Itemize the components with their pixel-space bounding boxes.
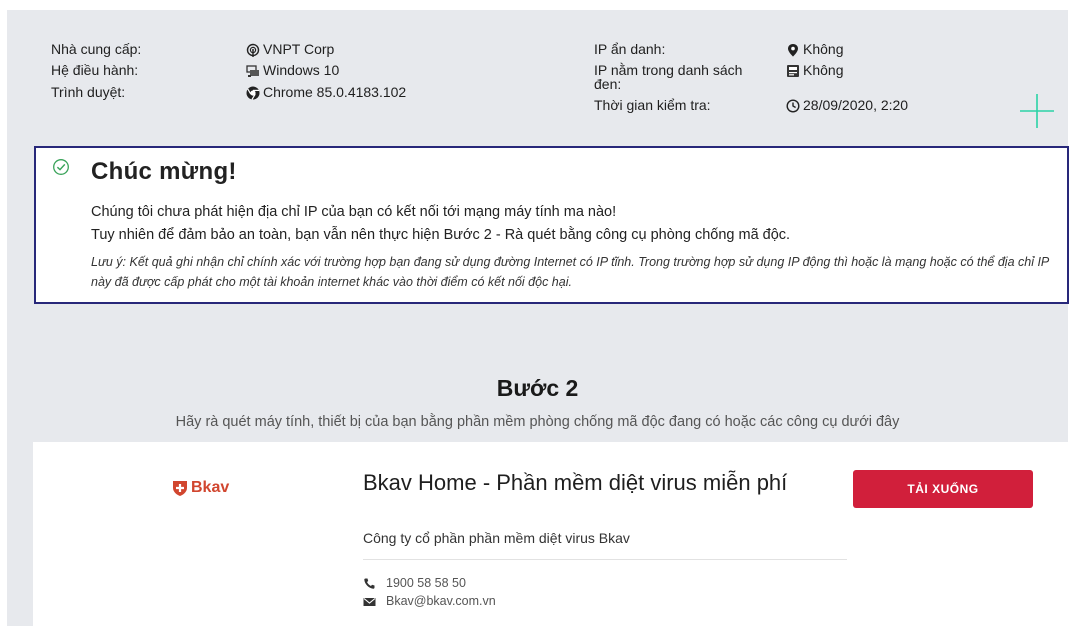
envelope-icon xyxy=(363,597,376,606)
congrats-title: Chúc mừng! xyxy=(91,158,237,185)
browser-text: Chrome 85.0.4183.102 xyxy=(263,84,407,100)
os-text: Windows 10 xyxy=(263,62,340,78)
shield-plus-icon xyxy=(173,481,187,496)
provider-text: VNPT Corp xyxy=(263,41,335,57)
product-name[interactable]: Bkav Home - Phần mềm diệt virus miễn phí xyxy=(363,470,823,495)
congrats-box: Chúc mừng! Chúng tôi chưa phát hiện địa … xyxy=(34,146,1069,304)
download-button[interactable]: TẢI XUỐNG xyxy=(853,470,1033,508)
blacklist-value: Không xyxy=(786,63,843,78)
check-time-label: Thời gian kiểm tra: xyxy=(594,97,711,113)
id-card-icon xyxy=(787,64,799,77)
result-line-2: Tuy nhiên để đảm bảo an toàn, bạn vẫn nê… xyxy=(91,227,791,243)
anon-ip-text: Không xyxy=(803,41,844,57)
blacklist-label: IP nằm trong danh sách đen: xyxy=(594,63,764,91)
phone-row: 1900 58 58 50 xyxy=(363,576,466,590)
result-note: Lưu ý: Kết quả ghi nhận chỉ chính xác vớ… xyxy=(91,255,1049,289)
os-label: Hệ điều hành: xyxy=(51,62,139,78)
browser-label: Trình duyệt: xyxy=(51,84,126,100)
logo-text: Bkav xyxy=(191,479,230,496)
blacklist-label-text: IP nằm trong danh sách đen: xyxy=(594,62,743,92)
clock-icon xyxy=(786,98,800,113)
wifi-pin-icon xyxy=(246,43,260,57)
page: Nhà cung cấp: VNPT Corp Hệ điều hành: Wi… xyxy=(7,10,1068,626)
os-value: Windows 10 xyxy=(246,63,339,78)
email-row: Bkav@bkav.com.vn xyxy=(363,594,496,608)
phone-text[interactable]: 1900 58 58 50 xyxy=(386,576,466,590)
step2-title: Bước 2 xyxy=(496,375,579,401)
blacklist-text: Không xyxy=(803,62,844,78)
phone-icon xyxy=(364,578,375,589)
check-time-text: 28/09/2020, 2:20 xyxy=(803,97,909,113)
bkav-logo: Bkav xyxy=(171,479,229,497)
product-card: Bkav Bkav Home - Phần mềm diệt virus miễ… xyxy=(33,442,1068,626)
map-marker-icon xyxy=(788,43,798,56)
provider-value: VNPT Corp xyxy=(246,42,334,57)
anon-ip-value: Không xyxy=(786,42,843,57)
windows-network-icon xyxy=(246,64,259,77)
chrome-icon xyxy=(246,86,260,100)
decorative-plus-icon xyxy=(1020,94,1054,128)
email-text[interactable]: Bkav@bkav.com.vn xyxy=(386,594,496,608)
check-circle-icon xyxy=(53,159,69,175)
anon-ip-label: IP ẩn danh: xyxy=(594,41,666,57)
result-line-1: Chúng tôi chưa phát hiện địa chỉ IP của … xyxy=(91,204,617,220)
step2-subtitle: Hãy rà quét máy tính, thiết bị của bạn b… xyxy=(175,414,900,430)
divider xyxy=(363,559,847,560)
check-time-value: 28/09/2020, 2:20 xyxy=(786,98,908,113)
product-company: Công ty cổ phần phần mềm diệt virus Bkav xyxy=(363,530,630,546)
info-section: Nhà cung cấp: VNPT Corp Hệ điều hành: Wi… xyxy=(7,10,1068,150)
browser-value: Chrome 85.0.4183.102 xyxy=(246,85,406,100)
provider-label: Nhà cung cấp: xyxy=(51,41,142,57)
